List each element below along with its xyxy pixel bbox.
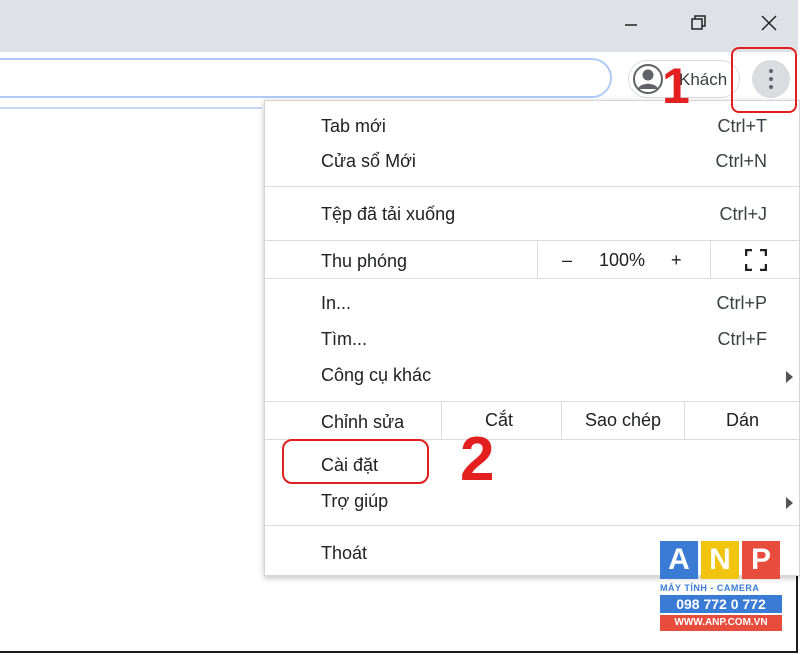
edit-divider <box>684 402 685 439</box>
step1-number: 1 <box>662 58 690 114</box>
menu-item-label: Tệp đã tải xuống <box>321 204 456 224</box>
menu-item-shortcut: Ctrl+P <box>716 293 767 313</box>
menu-item-new-window[interactable]: Cửa sổ Mới Ctrl+N <box>265 145 799 179</box>
close-icon <box>761 15 777 31</box>
copy-button[interactable]: Sao chép <box>585 410 661 431</box>
avatar-icon <box>633 64 663 94</box>
close-button[interactable] <box>746 0 792 46</box>
zoom-label: Thu phóng <box>321 251 408 271</box>
menu-item-find[interactable]: Tìm... Ctrl+F <box>265 323 799 357</box>
menu-separator <box>265 186 799 187</box>
menu-item-shortcut: Ctrl+F <box>717 329 768 349</box>
submenu-arrow-icon <box>786 497 793 509</box>
zoom-divider <box>710 241 711 278</box>
title-bar <box>0 0 798 52</box>
restore-button[interactable] <box>676 0 722 46</box>
address-bar[interactable] <box>0 58 612 98</box>
edit-divider <box>561 402 562 439</box>
submenu-arrow-icon <box>786 371 793 383</box>
zoom-out-button[interactable]: – <box>560 250 574 271</box>
edit-divider <box>441 402 442 439</box>
menu-item-downloads[interactable]: Tệp đã tải xuống Ctrl+J <box>265 198 799 232</box>
menu-item-label: Tìm... <box>321 329 367 349</box>
menu-item-label: Cửa sổ Mới <box>321 151 416 171</box>
logo-phone: 098 772 0 772 <box>660 595 782 613</box>
menu-item-label: In... <box>321 293 352 313</box>
logo-letter: N <box>701 541 739 579</box>
logo-website: WWW.ANP.COM.VN <box>660 615 782 631</box>
step2-highlight <box>282 439 429 484</box>
menu-separator <box>265 525 799 526</box>
menu-item-label: Tab mới <box>321 116 386 136</box>
menu-item-new-tab[interactable]: Tab mới Ctrl+T <box>265 110 799 144</box>
logo-letter: P <box>742 541 780 579</box>
zoom-divider <box>537 241 538 278</box>
anp-watermark-logo: A N P MÁY TÍNH - CAMERA 098 772 0 772 WW… <box>660 541 782 631</box>
zoom-in-button[interactable]: + <box>671 250 682 271</box>
page-content-edge <box>0 107 262 109</box>
edit-label: Chỉnh sửa <box>321 412 405 432</box>
paste-button[interactable]: Dán <box>726 410 759 431</box>
menu-item-print[interactable]: In... Ctrl+P <box>265 287 799 321</box>
menu-item-help[interactable]: Trợ giúp <box>265 485 799 519</box>
menu-item-shortcut: Ctrl+T <box>717 116 768 136</box>
logo-subtitle: MÁY TÍNH - CAMERA <box>660 583 760 593</box>
menu-item-shortcut: Ctrl+N <box>715 151 767 171</box>
menu-separator <box>265 278 799 279</box>
menu-item-label: Trợ giúp <box>321 491 389 511</box>
minimize-icon <box>625 24 637 26</box>
fullscreen-icon[interactable] <box>745 249 767 271</box>
menu-separator <box>265 240 799 241</box>
menu-separator <box>265 401 799 402</box>
menu-item-label: Thoát <box>321 543 368 563</box>
menu-item-label: Công cụ khác <box>321 365 432 385</box>
menu-item-more-tools[interactable]: Công cụ khác <box>265 359 799 393</box>
step1-highlight <box>731 47 797 113</box>
zoom-level: 100% <box>599 250 646 270</box>
menu-item-shortcut: Ctrl+J <box>719 204 767 224</box>
minimize-button[interactable] <box>608 0 654 46</box>
restore-icon <box>691 15 706 30</box>
chrome-main-menu: Tab mới Ctrl+T Cửa sổ Mới Ctrl+N Tệp đã … <box>264 100 800 576</box>
step2-number: 2 <box>460 425 495 494</box>
logo-letter: A <box>660 541 698 579</box>
